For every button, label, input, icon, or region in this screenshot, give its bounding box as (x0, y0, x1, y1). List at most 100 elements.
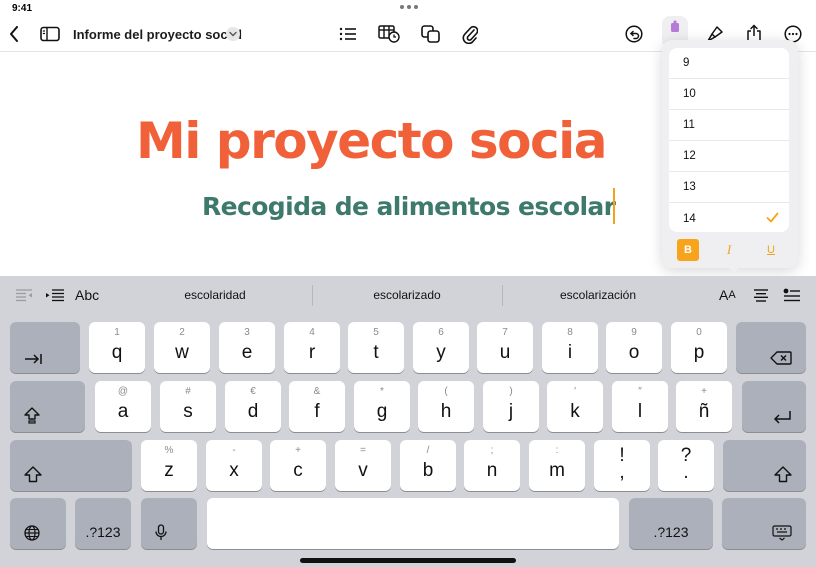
key-char: e (241, 342, 253, 363)
shift-key-left[interactable] (10, 440, 132, 491)
text-cursor (613, 188, 615, 224)
key-f[interactable]: & f (289, 381, 345, 432)
insert-list-icon[interactable] (781, 276, 803, 314)
key-exclamation-comma[interactable]: ! , (594, 440, 650, 491)
font-size-label: 10 (683, 88, 696, 100)
key-n[interactable]: ; n (464, 440, 520, 491)
bold-button[interactable]: B (677, 239, 699, 261)
tab-key[interactable] (10, 322, 80, 373)
key-v[interactable]: = v (335, 440, 391, 491)
key-u[interactable]: 7u (477, 322, 533, 373)
key-k[interactable]: ′ k (547, 381, 603, 432)
return-key[interactable] (742, 381, 806, 432)
key-c[interactable]: + c (270, 440, 326, 491)
key-e[interactable]: 3e (219, 322, 275, 373)
align-icon[interactable] (750, 276, 772, 314)
key-t[interactable]: 5t (348, 322, 404, 373)
hide-keyboard-key[interactable] (722, 498, 806, 549)
suggestion-bar: Abc escolaridad escolarizado escolarizac… (0, 276, 816, 314)
dictation-key[interactable] (141, 498, 197, 549)
globe-icon (24, 525, 40, 541)
title-dropdown-icon[interactable] (226, 27, 240, 41)
list-icon[interactable] (336, 16, 360, 52)
shift-key-right[interactable] (723, 440, 806, 491)
key-r[interactable]: 4r (284, 322, 340, 373)
key-q[interactable]: 1q (89, 322, 145, 373)
key-alt-char: ) (509, 386, 513, 397)
key-alt-char: # (185, 386, 191, 397)
key-alt-char: ( (444, 386, 448, 397)
numbers-key-right[interactable]: .?123 (629, 498, 713, 549)
table-icon[interactable] (376, 16, 402, 52)
indent-icon[interactable] (43, 276, 67, 314)
italic-button[interactable]: I (718, 239, 740, 261)
key-char-bottom: , (619, 462, 625, 483)
font-size-option[interactable]: 10 (669, 79, 789, 110)
aa-big: A (719, 287, 729, 303)
space-bar[interactable] (207, 498, 619, 549)
key-z[interactable]: % z (141, 440, 197, 491)
key-alt-char: 2 (179, 327, 185, 338)
globe-key[interactable] (10, 498, 66, 549)
key-char: r (308, 342, 316, 363)
key-w[interactable]: 2w (154, 322, 210, 373)
font-size-option[interactable]: 13 (669, 172, 789, 203)
numbers-key-left[interactable]: .?123 (75, 498, 131, 549)
caps-lock-icon (24, 407, 40, 424)
font-size-option[interactable]: 9 (669, 48, 789, 79)
key-b[interactable]: / b (400, 440, 456, 491)
key-l[interactable]: ″ l (612, 381, 668, 432)
key-alt-char: % (164, 445, 174, 456)
document-title[interactable]: Informe del proyecto social (73, 16, 242, 52)
key-y[interactable]: 6y (413, 322, 469, 373)
multitasking-dots-icon[interactable] (400, 5, 418, 9)
key-o[interactable]: 9o (606, 322, 662, 373)
key-m[interactable]: :m (529, 440, 585, 491)
outdent-icon[interactable] (12, 276, 36, 314)
key-char: v (358, 460, 368, 481)
document-subheading[interactable]: Recogida de alimentos escolar (202, 192, 616, 221)
key-s[interactable]: # s (160, 381, 216, 432)
key-char: d (247, 401, 259, 422)
shift-icon (24, 466, 42, 483)
home-indicator[interactable] (300, 558, 516, 563)
document-heading[interactable]: Mi proyecto socia (136, 112, 608, 170)
key-d[interactable]: € d (225, 381, 281, 432)
key-i[interactable]: 8i (542, 322, 598, 373)
text-style-abc-button[interactable]: Abc (75, 276, 99, 314)
key-n-tilde[interactable]: + ñ (676, 381, 732, 432)
return-icon (773, 411, 791, 424)
sidebar-icon[interactable] (38, 16, 62, 52)
undo-icon[interactable] (622, 16, 646, 52)
popover-arrow (725, 264, 743, 273)
key-a[interactable]: @ a (95, 381, 151, 432)
key-x[interactable]: -x (206, 440, 262, 491)
delete-key[interactable] (736, 322, 806, 373)
key-j[interactable]: ) j (483, 381, 539, 432)
key-alt-char: = (360, 445, 366, 456)
key-alt-char: - (232, 445, 236, 456)
font-size-option-selected[interactable]: 14 (669, 203, 789, 232)
suggestion-1[interactable]: escolaridad (120, 276, 310, 314)
caps-lock-key[interactable] (10, 381, 85, 432)
key-h[interactable]: (h (418, 381, 474, 432)
suggestion-2[interactable]: escolarizado (314, 276, 500, 314)
key-alt-char: 5 (373, 327, 379, 338)
suggestion-3[interactable]: escolarización (504, 276, 692, 314)
back-chevron-icon[interactable] (4, 16, 24, 52)
key-alt-char: 8 (567, 327, 573, 338)
key-alt-char: @ (117, 386, 129, 397)
key-question-period[interactable]: ? . (658, 440, 714, 491)
underline-button[interactable]: U (760, 239, 782, 261)
shapes-icon[interactable] (418, 16, 444, 52)
font-size-aa-button[interactable]: AA (719, 276, 736, 314)
key-g[interactable]: * g (354, 381, 410, 432)
key-char: k (570, 401, 580, 422)
font-size-option[interactable]: 12 (669, 141, 789, 172)
key-p[interactable]: 0p (671, 322, 727, 373)
numbers-label: .?123 (85, 524, 121, 540)
aa-small: A (728, 289, 736, 301)
attachment-icon[interactable] (458, 16, 482, 52)
font-size-option[interactable]: 11 (669, 110, 789, 141)
key-alt-char: ″ (638, 386, 642, 397)
